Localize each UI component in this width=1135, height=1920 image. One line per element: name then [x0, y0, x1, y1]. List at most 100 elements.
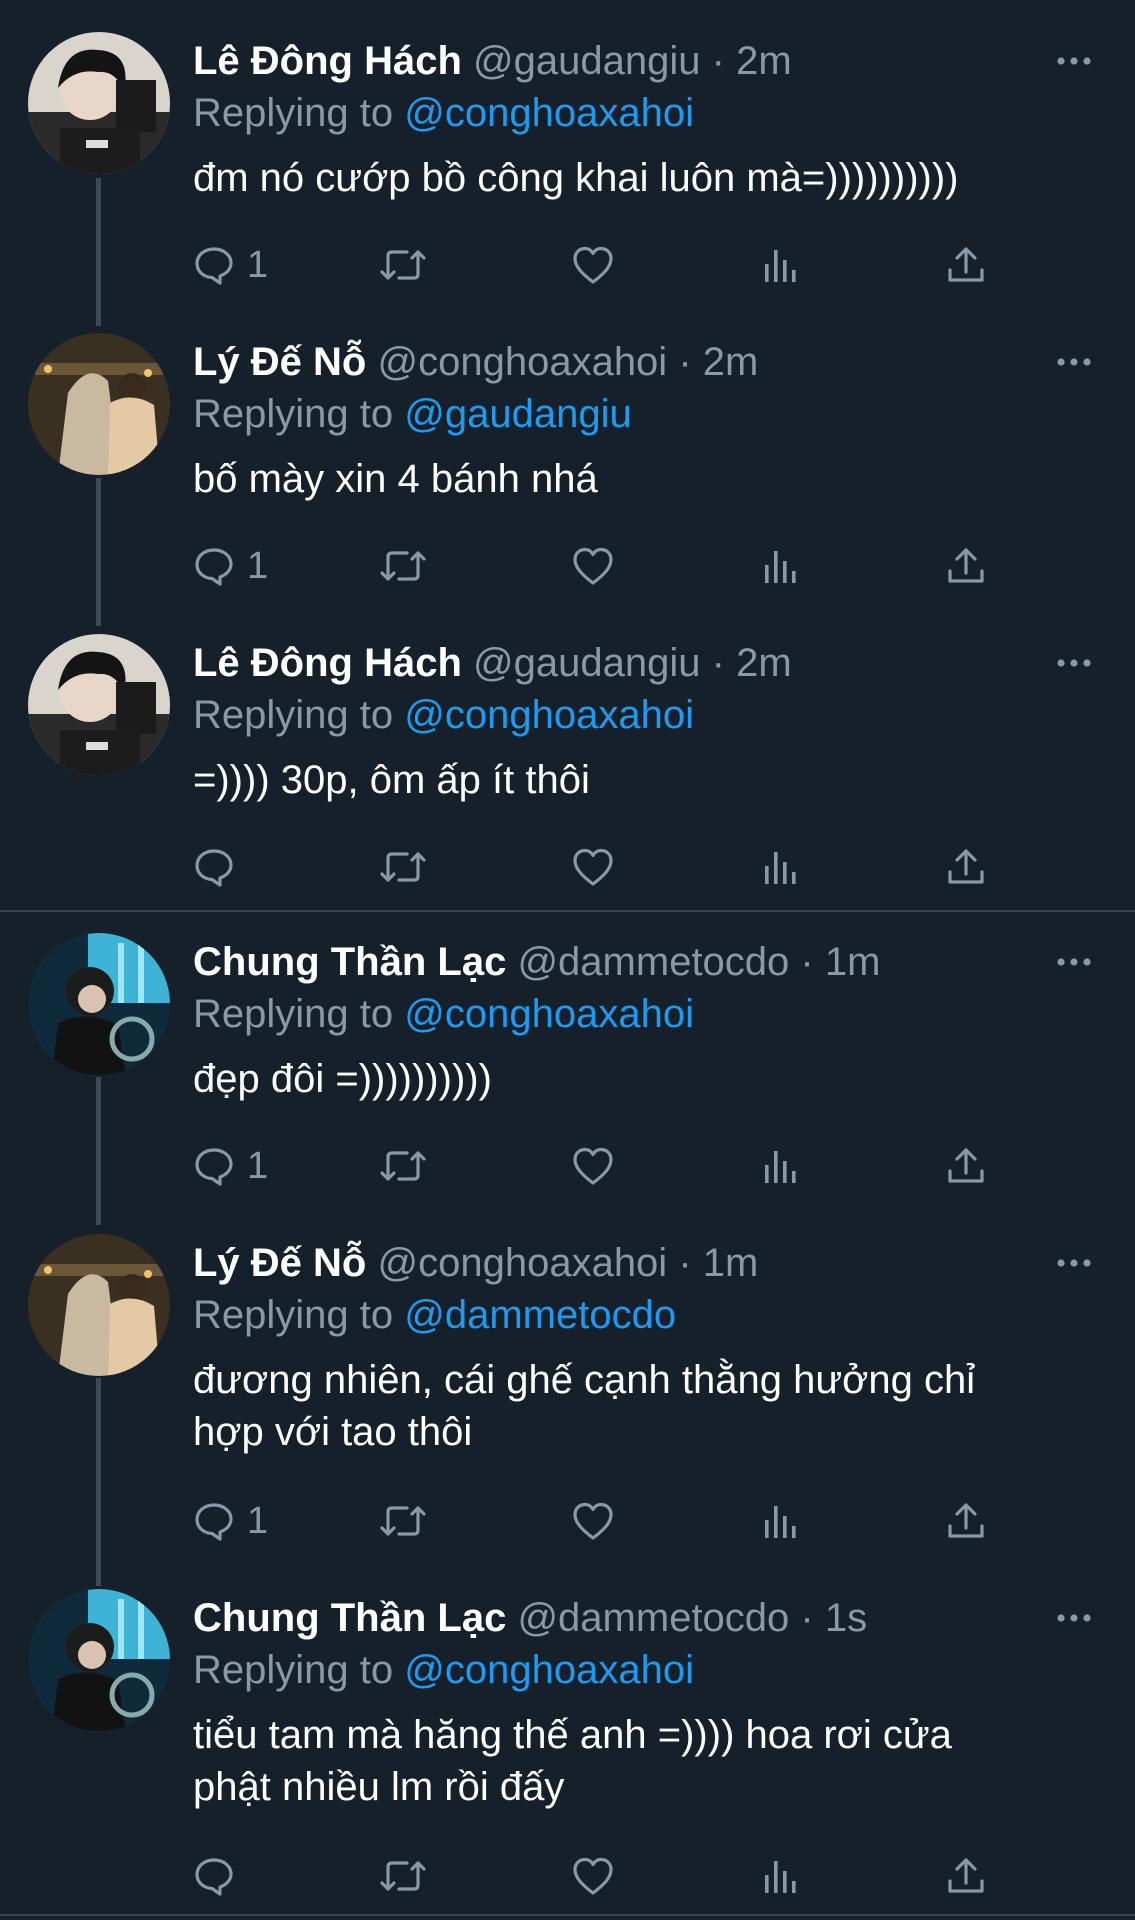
timestamp[interactable]: 1s: [825, 1596, 867, 1640]
more-icon[interactable]: [1053, 40, 1095, 82]
timestamp[interactable]: 1m: [703, 1241, 759, 1285]
avatar[interactable]: [28, 32, 170, 174]
share-button[interactable]: [945, 240, 987, 290]
like-button[interactable]: [571, 1851, 615, 1901]
like-icon: [571, 1855, 615, 1897]
handle[interactable]: @dammetocdo: [517, 1596, 789, 1640]
display-name[interactable]: Lê Đông Hách: [193, 641, 462, 685]
display-name[interactable]: Lý Đế Nỗ: [193, 1241, 366, 1285]
retweet-button[interactable]: [379, 541, 427, 591]
avatar[interactable]: [28, 333, 170, 475]
retweet-icon: [379, 1500, 427, 1542]
avatar[interactable]: [28, 1234, 170, 1376]
timestamp[interactable]: 1m: [825, 940, 881, 984]
share-button[interactable]: [945, 1851, 987, 1901]
reply-count: 1: [247, 1499, 269, 1542]
action-bar: 1: [193, 541, 1013, 591]
retweet-button[interactable]: [379, 240, 427, 290]
like-icon: [571, 545, 615, 587]
reply-button[interactable]: 1: [193, 240, 268, 290]
tweet-header: Chung Thần Lạc @dammetocdo · 1m: [193, 937, 880, 987]
views-button[interactable]: [759, 842, 801, 892]
handle[interactable]: @gaudangiu: [473, 39, 700, 83]
views-button[interactable]: [759, 541, 801, 591]
share-button[interactable]: [945, 1496, 987, 1546]
mention-link[interactable]: @conghoaxahoi: [404, 1648, 694, 1692]
retweet-button[interactable]: [379, 1496, 427, 1546]
display-name[interactable]: Lê Đông Hách: [193, 39, 462, 83]
tweet-text-line: đm nó cướp bồ công khai luôn mà=))))))))…: [193, 156, 959, 200]
tweet-text: bố mày xin 4 bánh nhá: [193, 453, 1093, 505]
reply-button[interactable]: [193, 1851, 247, 1901]
avatar[interactable]: [28, 1589, 170, 1731]
handle[interactable]: @dammetocdo: [517, 940, 789, 984]
replying-to-label: Replying to: [193, 1293, 394, 1337]
separator-dot: ·: [800, 940, 814, 984]
tweet-text-line: tiểu tam mà hăng thế anh =)))) hoa rơi c…: [193, 1713, 952, 1757]
views-icon: [759, 846, 801, 888]
retweet-button[interactable]: [379, 1141, 427, 1191]
user-photo-icon: [28, 333, 170, 475]
handle[interactable]: @conghoaxahoi: [377, 340, 667, 384]
share-button[interactable]: [945, 1141, 987, 1191]
user-photo-icon: [28, 1589, 170, 1731]
like-button[interactable]: [571, 1496, 615, 1546]
views-button[interactable]: [759, 1496, 801, 1546]
mention-link[interactable]: @gaudangiu: [404, 392, 631, 436]
like-button[interactable]: [571, 1141, 615, 1191]
share-icon: [945, 846, 987, 888]
mention-link[interactable]: @conghoaxahoi: [404, 992, 694, 1036]
timestamp[interactable]: 2m: [736, 641, 792, 685]
share-button[interactable]: [945, 541, 987, 591]
reply-button[interactable]: 1: [193, 1496, 268, 1546]
handle[interactable]: @gaudangiu: [473, 641, 700, 685]
more-icon[interactable]: [1053, 1242, 1095, 1284]
reply-button[interactable]: [193, 842, 247, 892]
tweet-header: Chung Thần Lạc @dammetocdo · 1s: [193, 1593, 867, 1643]
action-bar: 1: [193, 1141, 1013, 1191]
mention-link[interactable]: @dammetocdo: [404, 1293, 676, 1337]
more-icon[interactable]: [1053, 642, 1095, 684]
mention-link[interactable]: @conghoaxahoi: [404, 693, 694, 737]
like-button[interactable]: [571, 240, 615, 290]
more-icon[interactable]: [1053, 341, 1095, 383]
like-button[interactable]: [571, 541, 615, 591]
views-button[interactable]: [759, 240, 801, 290]
reply-button[interactable]: 1: [193, 1141, 268, 1191]
like-button[interactable]: [571, 842, 615, 892]
display-name[interactable]: Lý Đế Nỗ: [193, 340, 366, 384]
display-name[interactable]: Chung Thần Lạc: [193, 1596, 506, 1640]
display-name[interactable]: Chung Thần Lạc: [193, 940, 506, 984]
replying-to-label: Replying to: [193, 693, 394, 737]
replying-to: Replying to @gaudangiu: [193, 389, 632, 439]
views-button[interactable]: [759, 1141, 801, 1191]
reply-button[interactable]: 1: [193, 541, 268, 591]
avatar[interactable]: [28, 933, 170, 1075]
timestamp[interactable]: 2m: [703, 340, 759, 384]
tweet-header: Lý Đế Nỗ @conghoaxahoi · 1m: [193, 1238, 758, 1288]
retweet-button[interactable]: [379, 1851, 427, 1901]
like-icon: [571, 1500, 615, 1542]
reply-count: 1: [247, 544, 269, 587]
reply-icon: [193, 846, 235, 888]
timestamp[interactable]: 2m: [736, 39, 792, 83]
user-photo-icon: [28, 634, 170, 776]
action-bar: [193, 1851, 1013, 1901]
action-bar: 1: [193, 240, 1013, 290]
tweet-text-line: hợp với tao thôi: [193, 1410, 473, 1454]
views-icon: [759, 1855, 801, 1897]
replying-to: Replying to @dammetocdo: [193, 1290, 676, 1340]
tweet-text-line: đẹp đôi =)))))))))): [193, 1057, 492, 1101]
handle[interactable]: @conghoaxahoi: [377, 1241, 667, 1285]
retweet-button[interactable]: [379, 842, 427, 892]
thread-line: [96, 478, 101, 626]
more-icon[interactable]: [1053, 1597, 1095, 1639]
more-icon[interactable]: [1053, 941, 1095, 983]
tweet-text: tiểu tam mà hăng thế anh =)))) hoa rơi c…: [193, 1709, 1093, 1813]
tweet-text-line: bố mày xin 4 bánh nhá: [193, 457, 598, 501]
avatar[interactable]: [28, 634, 170, 776]
views-button[interactable]: [759, 1851, 801, 1901]
reply-icon: [193, 1145, 235, 1187]
share-button[interactable]: [945, 842, 987, 892]
mention-link[interactable]: @conghoaxahoi: [404, 91, 694, 135]
